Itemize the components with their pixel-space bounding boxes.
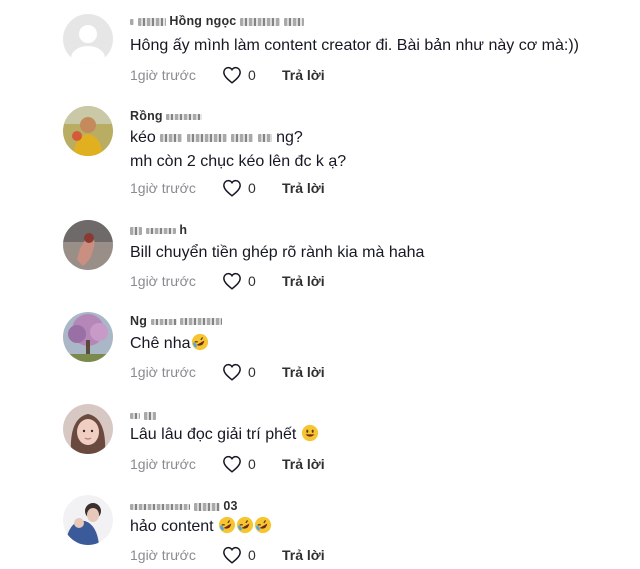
reply-button[interactable]: Trả lời: [282, 273, 325, 289]
heart-outline-icon[interactable]: [222, 66, 242, 84]
reply-button[interactable]: Trả lời: [282, 180, 325, 196]
username[interactable]: Rồng: [130, 109, 203, 123]
reply-button[interactable]: Trả lời: [282, 456, 325, 472]
comment-text: Chê nha: [130, 332, 209, 356]
comment-meta: 1giờ trước 0 Trả lời: [130, 65, 325, 85]
username[interactable]: [130, 408, 156, 422]
username-text: Rồng: [130, 109, 163, 123]
comment-text: Lâu lâu đọc giải trí phết: [130, 423, 319, 447]
timestamp: 1giờ trước: [130, 273, 196, 289]
timestamp: 1giờ trước: [130, 67, 196, 83]
username[interactable]: Ng: [130, 314, 223, 328]
comment-text: Hông ấy mình làm content creator đi. Bài…: [130, 34, 579, 58]
comment-text: hảo content: [130, 515, 272, 539]
like-count: 0: [248, 547, 256, 563]
timestamp: 1giờ trước: [130, 547, 196, 563]
comment-meta: 1giờ trước 0 Trả lời: [130, 178, 325, 198]
rofl-emoji-icon: [254, 516, 272, 534]
heart-outline-icon[interactable]: [222, 546, 242, 564]
comment-line: hảo content: [130, 518, 214, 535]
comment-meta: 1giờ trước 0 Trả lời: [130, 271, 325, 291]
username-text: h: [179, 223, 188, 237]
reply-button[interactable]: Trả lời: [282, 67, 325, 83]
avatar[interactable]: [63, 312, 113, 362]
comment-meta: 1giờ trước 0 Trả lời: [130, 362, 325, 382]
comment-text: Bill chuyển tiền ghép rõ rành kia mà hah…: [130, 241, 424, 265]
username-text: Hồng ngọc: [169, 14, 237, 28]
username[interactable]: Hồng ngọc: [130, 14, 304, 28]
avatar[interactable]: [63, 14, 113, 64]
like-count: 0: [248, 67, 256, 83]
comment-line: kéo: [130, 129, 156, 146]
timestamp: 1giờ trước: [130, 456, 196, 472]
username-text: 03: [223, 499, 238, 513]
comment-line: Bill chuyển tiền ghép rõ rành kia mà hah…: [130, 244, 425, 261]
reply-button[interactable]: Trả lời: [282, 547, 325, 563]
heart-outline-icon[interactable]: [222, 179, 242, 197]
comment-meta: 1giờ trước 0 Trả lời: [130, 545, 325, 565]
comment-meta: 1giờ trước 0 Trả lời: [130, 454, 325, 474]
comment-line: Chê nha: [130, 335, 191, 352]
like-count: 0: [248, 273, 256, 289]
avatar[interactable]: [63, 220, 113, 270]
avatar[interactable]: [63, 404, 113, 454]
heart-outline-icon[interactable]: [222, 363, 242, 381]
smile-emoji-icon: [301, 424, 319, 442]
timestamp: 1giờ trước: [130, 364, 196, 380]
reply-button[interactable]: Trả lời: [282, 364, 325, 380]
rofl-emoji-icon: [191, 333, 209, 351]
heart-outline-icon[interactable]: [222, 455, 242, 473]
username[interactable]: h: [130, 223, 187, 237]
rofl-emoji-icon: [218, 516, 236, 534]
avatar[interactable]: [63, 495, 113, 545]
avatar[interactable]: [63, 106, 113, 156]
comment-line: ng?: [276, 129, 303, 146]
username[interactable]: 03: [130, 499, 238, 513]
comment-text: kéo ng? mh còn 2 chục kéo lên đc k ạ?: [130, 126, 346, 174]
rofl-emoji-icon: [236, 516, 254, 534]
like-count: 0: [248, 180, 256, 196]
like-count: 0: [248, 364, 256, 380]
timestamp: 1giờ trước: [130, 180, 196, 196]
username-text: Ng: [130, 314, 148, 328]
heart-outline-icon[interactable]: [222, 272, 242, 290]
comment-line: mh còn 2 chục kéo lên đc k ạ?: [130, 153, 347, 170]
comment-line: Lâu lâu đọc giải trí phết: [130, 426, 297, 443]
like-count: 0: [248, 456, 256, 472]
comment-line: Hông ấy mình làm content creator đi. Bài…: [130, 37, 579, 54]
